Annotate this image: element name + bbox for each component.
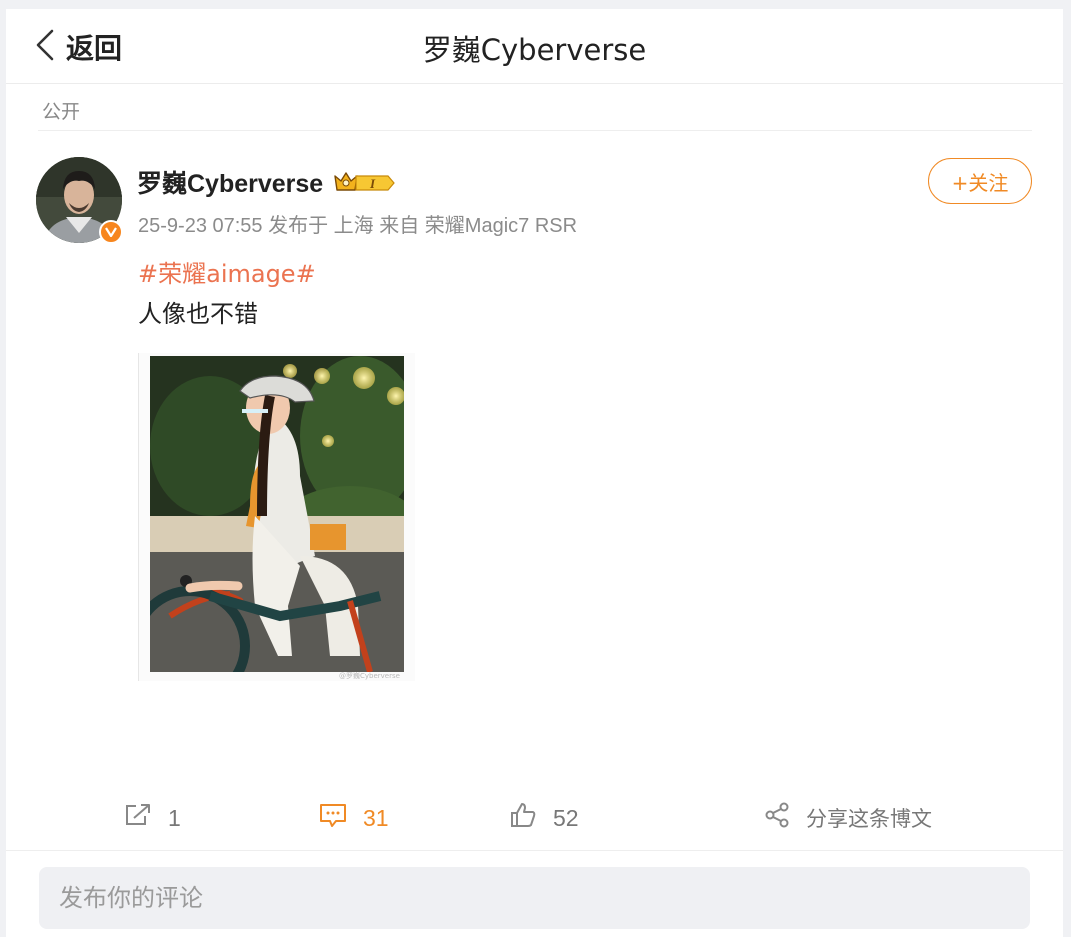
divider [6,850,1063,851]
action-bar: 1 31 52 分享这条博文 [6,791,1063,845]
thumbs-up-icon [509,801,553,835]
post-text: 人像也不错 [138,300,258,328]
comment-icon [319,802,363,834]
repost-count: 1 [168,804,181,831]
repost-button[interactable]: 1 [124,791,181,845]
post-image[interactable]: @罗巍Cyberverse [138,353,415,681]
post-source: 来自 荣耀Magic7 RSR [379,215,578,237]
like-button[interactable]: 52 [509,791,579,845]
like-count: 52 [553,804,579,831]
visibility-label: 公开 [42,101,81,123]
comment-count: 31 [363,804,389,831]
post-detail-card: 返回 罗巍Cyberverse 公开 罗巍Cyberverse I 25-9-2… [6,9,1063,937]
post-location: 发布于 上海 [268,215,374,237]
author-name[interactable]: 罗巍Cyberverse [137,164,323,200]
comment-button[interactable]: 31 [319,791,389,845]
follow-button[interactable]: +关注 [928,158,1032,204]
divider [38,130,1032,131]
hashtag-link[interactable]: #荣耀aimage# [138,254,316,289]
top-bar: 返回 罗巍Cyberverse [6,9,1063,84]
image-watermark: @罗巍Cyberverse [339,672,400,680]
share-label: 分享这条博文 [806,807,932,831]
page-title: 罗巍Cyberverse [422,33,647,67]
repost-icon [124,803,168,833]
vip-crown-icon[interactable]: I [332,168,396,196]
share-icon [764,802,806,834]
post-timestamp: 25-9-23 07:55 [138,215,263,237]
vip-level: I [369,176,376,191]
post-meta: 25-9-23 07:55 发布于 上海 来自 荣耀Magic7 RSR [138,209,577,238]
verified-badge-icon [99,220,123,244]
share-button[interactable]: 分享这条博文 [764,791,932,845]
cyclist-photo [150,356,404,672]
comment-input[interactable] [39,867,1030,929]
